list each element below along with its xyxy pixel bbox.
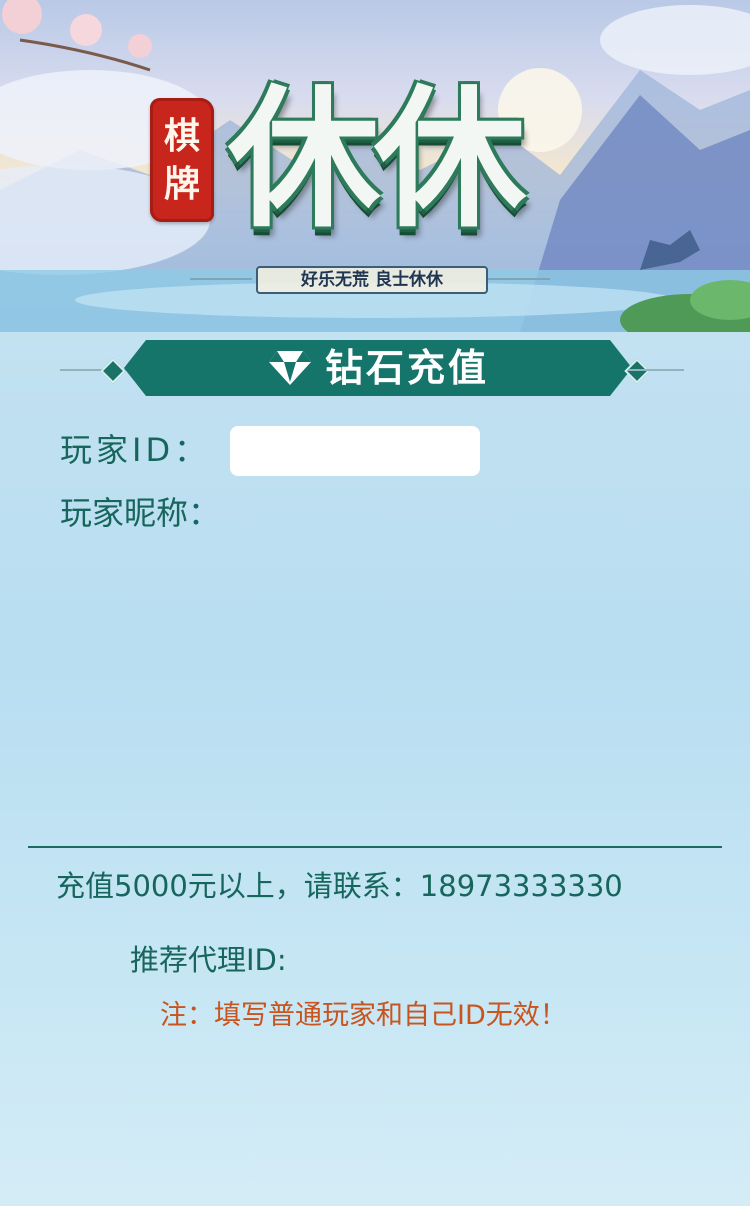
- contact-text: 充值5000元以上，请联系：18973333330: [56, 869, 623, 903]
- slogan-bar: 好乐无荒 良士休休: [190, 266, 550, 294]
- seal-char-2: 牌: [163, 163, 200, 205]
- slogan-line-left: [190, 278, 252, 280]
- slogan-text: 好乐无荒 良士休休: [256, 266, 488, 294]
- player-id-input[interactable]: [230, 426, 480, 476]
- ribbon-ornament-right: [624, 358, 650, 384]
- warning-note: 注：填写普通玩家和自己ID无效！: [160, 1000, 567, 1031]
- logo-seal: 棋 牌: [150, 98, 214, 222]
- section-title-ribbon: 钻石充值: [124, 340, 632, 396]
- ribbon-line-right: [628, 369, 684, 371]
- seal-char-1: 棋: [163, 115, 200, 157]
- divider: [28, 846, 722, 848]
- player-nickname-label: 玩家昵称：: [60, 494, 221, 532]
- slogan-line-right: [488, 278, 550, 280]
- diamond-icon: [267, 349, 313, 387]
- logo-title: 休休: [228, 69, 526, 248]
- player-id-label: 玩家ID：: [60, 431, 211, 469]
- agent-id-label: 推荐代理ID:: [130, 943, 287, 977]
- header-banner: 棋 牌 休休 好乐无荒 良士休休: [0, 0, 750, 332]
- ribbon-ornament-left: [100, 358, 126, 384]
- section-title: 钻石充值: [324, 346, 489, 390]
